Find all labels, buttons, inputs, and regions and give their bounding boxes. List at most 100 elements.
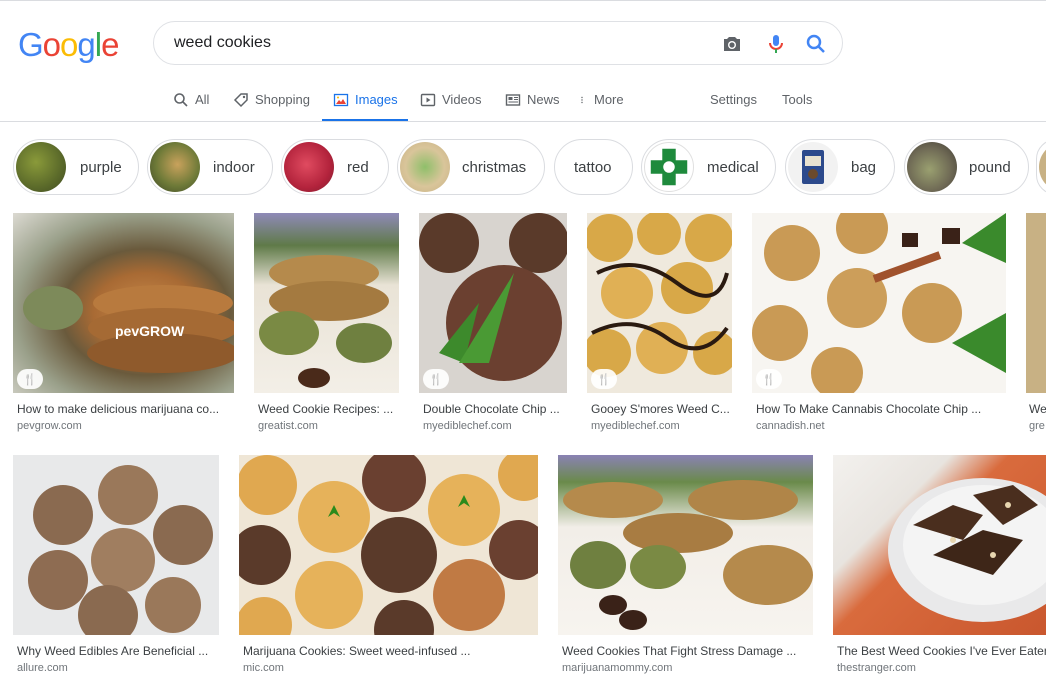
chip-pound[interactable]: pound (904, 139, 1029, 195)
result-image[interactable]: pevGROW 🍴 (13, 213, 234, 393)
chip-thumbnail (644, 142, 694, 192)
tab-more-label: More (594, 92, 624, 107)
logo-letter-o1: o (42, 26, 61, 63)
tab-videos[interactable]: Videos (420, 90, 482, 122)
watermark-text: pevGROW (115, 323, 185, 339)
chip-red[interactable]: red (281, 139, 389, 195)
chip-label: red (347, 159, 369, 176)
result-card[interactable]: Weed Cookies That Fight Stress Damage ..… (558, 455, 813, 677)
search-box[interactable]: weed cookies (153, 21, 843, 65)
tab-shopping[interactable]: Shopping (233, 90, 310, 122)
result-source[interactable]: myediblechef.com (591, 420, 732, 432)
google-logo[interactable]: Google (18, 26, 119, 64)
tag-icon (233, 93, 248, 108)
result-card[interactable]: pevGROW 🍴 How to make delicious marijuan… (13, 213, 234, 435)
tab-news-label: News (527, 92, 560, 107)
chip-thumbnail (788, 142, 838, 192)
chip-label: tattoo (574, 159, 612, 176)
recipe-fork-icon: 🍴 (756, 369, 782, 389)
result-title[interactable]: Gooey S'mores Weed C... (591, 402, 732, 416)
tab-all-label: All (195, 92, 210, 107)
chip-christmas[interactable]: christmas (397, 139, 545, 195)
tab-more[interactable]: More (580, 90, 624, 122)
chip-indoor[interactable]: indoor (147, 139, 273, 195)
result-title[interactable]: How to make delicious marijuana co... (17, 402, 232, 416)
result-image[interactable] (1026, 213, 1046, 393)
chip-thumbnail (16, 142, 66, 192)
search-icon[interactable] (804, 32, 828, 56)
result-source[interactable]: greatist.com (258, 420, 399, 432)
result-title[interactable]: How To Make Cannabis Chocolate Chip ... (756, 402, 1006, 416)
result-title[interactable]: Marijuana Cookies: Sweet weed-infused ..… (243, 644, 538, 658)
settings-link[interactable]: Settings (710, 90, 757, 122)
result-title[interactable]: Double Chocolate Chip ... (423, 402, 567, 416)
result-card[interactable]: Weed Cookie Recipes: ... greatist.com (254, 213, 399, 435)
result-source[interactable]: gre (1029, 420, 1046, 432)
result-title[interactable]: The Best Weed Cookies I've Ever Eaten (837, 644, 1046, 658)
recipe-fork-icon: 🍴 (17, 369, 43, 389)
result-card[interactable]: 🍴 How To Make Cannabis Chocolate Chip ..… (752, 213, 1006, 435)
chip-label: indoor (213, 159, 255, 176)
result-image[interactable]: 🍴 (419, 213, 567, 393)
result-image[interactable] (239, 455, 538, 635)
settings-label: Settings (710, 92, 757, 107)
chip-label: pound (969, 159, 1011, 176)
chip-label: bag (851, 159, 877, 176)
result-image[interactable] (833, 455, 1046, 635)
result-title[interactable]: Why Weed Edibles Are Beneficial ... (17, 644, 217, 658)
logo-letter-g2: g (77, 26, 95, 63)
chip-thumbnail (284, 142, 334, 192)
tab-videos-label: Videos (442, 92, 482, 107)
logo-letter-o2: o (60, 26, 78, 63)
tab-images-label: Images (355, 92, 398, 107)
result-title[interactable]: Weed Cookies That Fight Stress Damage ..… (562, 644, 813, 658)
tools-link[interactable]: Tools (782, 90, 812, 122)
result-image[interactable] (558, 455, 813, 635)
chip-purple[interactable]: purple (13, 139, 139, 195)
result-card[interactable]: The Best Weed Cookies I've Ever Eaten th… (833, 455, 1046, 677)
chip-label: christmas (462, 159, 527, 176)
result-image[interactable]: 🍴 (587, 213, 732, 393)
result-image[interactable] (13, 455, 219, 635)
video-icon (420, 93, 436, 107)
result-title[interactable]: We (1029, 402, 1046, 416)
camera-icon[interactable] (720, 32, 744, 56)
chip-tattoo[interactable]: tattoo (554, 139, 633, 195)
result-source[interactable]: allure.com (17, 662, 217, 674)
result-card[interactable]: We gre (1026, 213, 1046, 435)
nav-divider (0, 121, 1046, 122)
result-source[interactable]: cannadish.net (756, 420, 1006, 432)
chip-thumbnail (907, 142, 957, 192)
result-card[interactable]: 🍴 Gooey S'mores Weed C... myediblechef.c… (587, 213, 732, 435)
chip-partial[interactable] (1036, 139, 1046, 195)
tab-all[interactable]: All (173, 90, 209, 122)
news-icon (505, 94, 521, 106)
result-image[interactable]: 🍴 (752, 213, 1006, 393)
tab-news[interactable]: News (505, 90, 560, 122)
chip-label: medical (707, 159, 759, 176)
result-card[interactable]: Why Weed Edibles Are Beneficial ... allu… (13, 455, 219, 677)
microphone-icon[interactable] (764, 32, 788, 56)
chip-thumbnail (1039, 142, 1046, 192)
result-source[interactable]: marijuanamommy.com (562, 662, 813, 674)
chip-bag[interactable]: bag (785, 139, 895, 195)
image-icon (333, 93, 349, 107)
recipe-fork-icon: 🍴 (423, 369, 449, 389)
result-title[interactable]: Weed Cookie Recipes: ... (258, 402, 399, 416)
result-source[interactable]: mic.com (243, 662, 538, 674)
result-source[interactable]: thestranger.com (837, 662, 1046, 674)
tab-images[interactable]: Images (322, 90, 408, 122)
result-card[interactable]: 🍴 Double Chocolate Chip ... myediblechef… (419, 213, 567, 435)
chip-medical[interactable]: medical (641, 139, 776, 195)
logo-letter-g: G (18, 26, 44, 63)
search-small-icon (174, 93, 188, 107)
search-input[interactable]: weed cookies (174, 34, 271, 52)
result-card[interactable]: Marijuana Cookies: Sweet weed-infused ..… (239, 455, 538, 677)
chip-label: purple (80, 159, 122, 176)
result-source[interactable]: myediblechef.com (423, 420, 567, 432)
tools-label: Tools (782, 92, 813, 107)
tab-shopping-label: Shopping (255, 92, 310, 107)
result-source[interactable]: pevgrow.com (17, 420, 232, 432)
chip-thumbnail (400, 142, 450, 192)
result-image[interactable] (254, 213, 399, 393)
